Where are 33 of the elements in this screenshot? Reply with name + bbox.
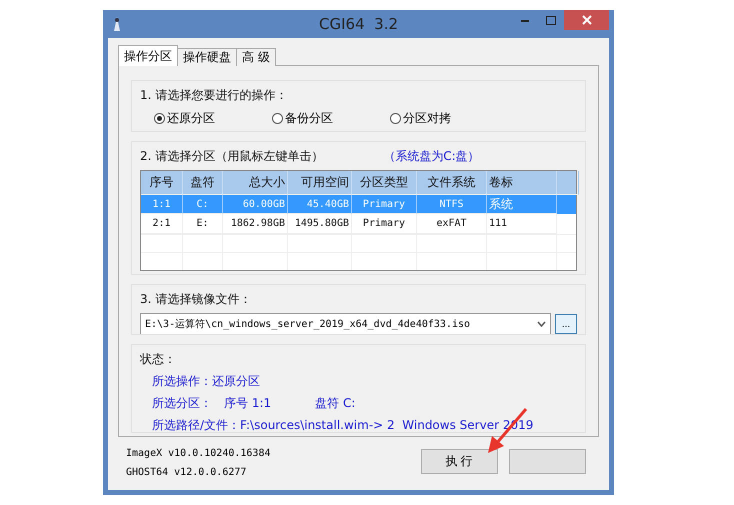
image-file-dropdown[interactable]: E:\3-运算符\cn_windows_server_2019_x64_dvd_4de40f33.iso	[140, 313, 551, 334]
group-label: 1. 请选择您要进行的操作：	[140, 87, 288, 104]
radio-option[interactable]: 还原分区	[154, 110, 272, 127]
tab[interactable]: 操作硬盘	[177, 48, 237, 66]
status-text: 所选操作：还原分区	[152, 373, 260, 390]
version-text: ImageX v10.0.10240.16384	[126, 448, 270, 459]
group-label: 2. 请选择分区（用鼠标左键单击）	[140, 148, 324, 165]
chevron-down-icon	[537, 321, 546, 327]
tab[interactable]: 操作分区	[118, 45, 178, 66]
close-icon	[582, 15, 592, 25]
execute-button[interactable]: 执 行	[420, 449, 498, 474]
radio-option[interactable]: 备份分区	[272, 110, 390, 127]
status-text: 盘符 C:	[315, 395, 356, 412]
group-label: 3. 请选择镜像文件：	[140, 291, 252, 308]
radio-label[interactable]: 备份分区	[285, 110, 333, 127]
minimize-icon	[521, 18, 529, 22]
radio-label[interactable]: 还原分区	[167, 110, 215, 127]
version-text: GHOST64 v12.0.0.6277	[126, 467, 248, 478]
status-text: 序号 1:1	[224, 395, 272, 412]
tab[interactable]: 高 级	[236, 48, 276, 66]
radio-option[interactable]: 分区对拷	[390, 110, 508, 127]
system-disk-note: （系统盘为C:盘）	[383, 148, 480, 165]
maximize-icon	[546, 16, 556, 24]
radio-button[interactable]	[272, 113, 283, 124]
browse-button[interactable]: ...	[555, 314, 577, 334]
window-title: CGI64 3.2	[319, 15, 398, 33]
radio-button[interactable]	[154, 113, 165, 124]
group-label: 状态：	[140, 351, 177, 368]
status-text: 所选分区：	[152, 395, 212, 412]
app-icon	[112, 16, 122, 32]
radio-label[interactable]: 分区对拷	[403, 110, 451, 127]
radio-button[interactable]	[390, 113, 401, 124]
close-button[interactable]	[564, 10, 609, 30]
